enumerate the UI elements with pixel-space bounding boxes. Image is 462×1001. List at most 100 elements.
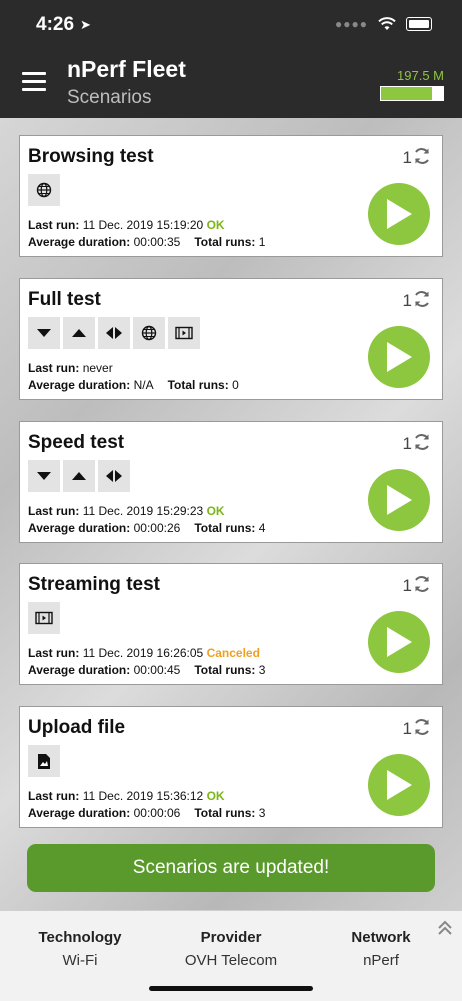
app-bar: nPerf Fleet Scenarios 197.5 M	[0, 54, 462, 118]
average-duration-label: Average duration:	[28, 521, 131, 535]
scenario-card[interactable]: Streaming test 1 Last run: 11 Dec. 2019 16…	[19, 563, 443, 685]
refresh-icon[interactable]	[412, 574, 432, 594]
network-value: nPerf	[363, 952, 399, 969]
play-icon	[387, 199, 412, 229]
scenario-card[interactable]: Speed test 1 Last run: 11 Dec. 2019 15:29:…	[19, 421, 443, 543]
play-button[interactable]	[368, 183, 430, 245]
test-type-icons	[28, 174, 60, 206]
technology-value: Wi-Fi	[62, 952, 98, 969]
footer-technology: Technology Wi-Fi	[5, 929, 155, 969]
last-run-value: 11 Dec. 2019 16:26:05	[82, 646, 204, 660]
status-bar: 4:26 ➤ ●●●●	[0, 0, 462, 54]
status-time: 4:26	[36, 14, 75, 35]
play-button[interactable]	[368, 469, 430, 531]
scenario-title: Full test	[28, 289, 101, 310]
run-status: Canceled	[206, 646, 260, 660]
download-icon	[28, 460, 60, 492]
technology-label: Technology	[38, 929, 122, 946]
scenario-title: Browsing test	[28, 146, 154, 167]
data-usage-fill	[381, 87, 433, 100]
average-duration-value: 00:00:26	[133, 521, 181, 535]
total-runs-label: Total runs:	[167, 378, 229, 392]
total-runs-value: 1	[258, 235, 266, 249]
average-duration-value: N/A	[133, 378, 154, 392]
data-usage-label: 197.5 M	[397, 68, 444, 83]
test-type-icons	[28, 460, 130, 492]
app-title: nPerf Fleet	[67, 56, 186, 82]
last-run-value: never	[82, 361, 113, 375]
last-run-label: Last run:	[28, 218, 80, 232]
average-duration-value: 00:00:06	[133, 806, 181, 820]
average-duration-label: Average duration:	[28, 806, 131, 820]
status-icons: ●●●●	[335, 17, 432, 31]
total-runs-label: Total runs:	[194, 235, 256, 249]
location-arrow-icon: ➤	[80, 17, 91, 32]
upload-icon	[63, 317, 95, 349]
video-icon	[168, 317, 200, 349]
last-run-line: Last run: 11 Dec. 2019 16:26:05 Canceled	[28, 646, 260, 660]
file-icon	[28, 745, 60, 777]
upload-icon	[63, 460, 95, 492]
scenario-card[interactable]: Browsing test 1 Last run: 11 Dec. 2019 15:…	[19, 135, 443, 257]
expand-up-icon[interactable]	[436, 919, 454, 937]
download-icon	[28, 317, 60, 349]
duration-line: Average duration: 00:00:26 Total runs: 4	[28, 521, 265, 535]
last-run-line: Last run: 11 Dec. 2019 15:19:20 OK	[28, 218, 225, 232]
total-runs-label: Total runs:	[194, 663, 256, 677]
average-duration-value: 00:00:35	[133, 235, 181, 249]
signal-icon: ●●●●	[335, 17, 368, 31]
scenario-count: 1	[402, 148, 412, 167]
refresh-icon[interactable]	[412, 717, 432, 737]
scenario-card[interactable]: Full test 1 Last run: never Average durati…	[19, 278, 443, 400]
play-button[interactable]	[368, 611, 430, 673]
play-button[interactable]	[368, 326, 430, 388]
refresh-icon[interactable]	[412, 289, 432, 309]
average-duration-value: 00:00:45	[133, 663, 181, 677]
duration-line: Average duration: 00:00:35 Total runs: 1	[28, 235, 265, 249]
globe-icon	[133, 317, 165, 349]
total-runs-value: 3	[258, 806, 266, 820]
test-type-icons	[28, 317, 200, 349]
last-run-label: Last run:	[28, 504, 80, 518]
last-run-line: Last run: 11 Dec. 2019 15:36:12 OK	[28, 789, 225, 803]
run-status: OK	[206, 504, 225, 518]
total-runs-label: Total runs:	[194, 806, 256, 820]
test-type-icons	[28, 602, 60, 634]
run-status: OK	[206, 789, 225, 803]
battery-icon	[406, 17, 432, 31]
wifi-icon	[378, 17, 396, 30]
page-subtitle: Scenarios	[67, 87, 152, 108]
scenario-count: 1	[402, 576, 412, 595]
scenario-title: Streaming test	[28, 574, 160, 595]
data-usage: 197.5 M	[380, 68, 444, 101]
refresh-icon[interactable]	[412, 146, 432, 166]
last-run-value: 11 Dec. 2019 15:19:20	[82, 218, 204, 232]
total-runs-value: 0	[232, 378, 239, 392]
home-indicator	[149, 986, 313, 991]
last-run-label: Last run:	[28, 361, 80, 375]
footer-provider: Provider OVH Telecom	[156, 929, 306, 969]
play-icon	[387, 770, 412, 800]
last-run-label: Last run:	[28, 646, 80, 660]
total-runs-label: Total runs:	[194, 521, 256, 535]
scenario-count: 1	[402, 434, 412, 453]
play-icon	[387, 485, 412, 515]
play-icon	[387, 342, 412, 372]
hamburger-menu-icon[interactable]	[22, 72, 46, 92]
scenario-count: 1	[402, 719, 412, 738]
last-run-value: 11 Dec. 2019 15:36:12	[82, 789, 204, 803]
scenario-title: Upload file	[28, 717, 126, 738]
provider-label: Provider	[200, 929, 262, 946]
last-run-line: Last run: never	[28, 361, 113, 375]
latency-icon	[98, 460, 130, 492]
play-button[interactable]	[368, 754, 430, 816]
refresh-icon[interactable]	[412, 432, 432, 452]
duration-line: Average duration: 00:00:06 Total runs: 3	[28, 806, 265, 820]
scenario-card[interactable]: Upload file 1 Last run: 11 Dec. 2019 15:36…	[19, 706, 443, 828]
duration-line: Average duration: 00:00:45 Total runs: 3	[28, 663, 265, 677]
total-runs-value: 4	[258, 521, 266, 535]
play-icon	[387, 627, 412, 657]
footer-network: Network nPerf	[306, 929, 456, 969]
duration-line: Average duration: N/A Total runs: 0	[28, 378, 239, 392]
network-label: Network	[351, 929, 411, 946]
